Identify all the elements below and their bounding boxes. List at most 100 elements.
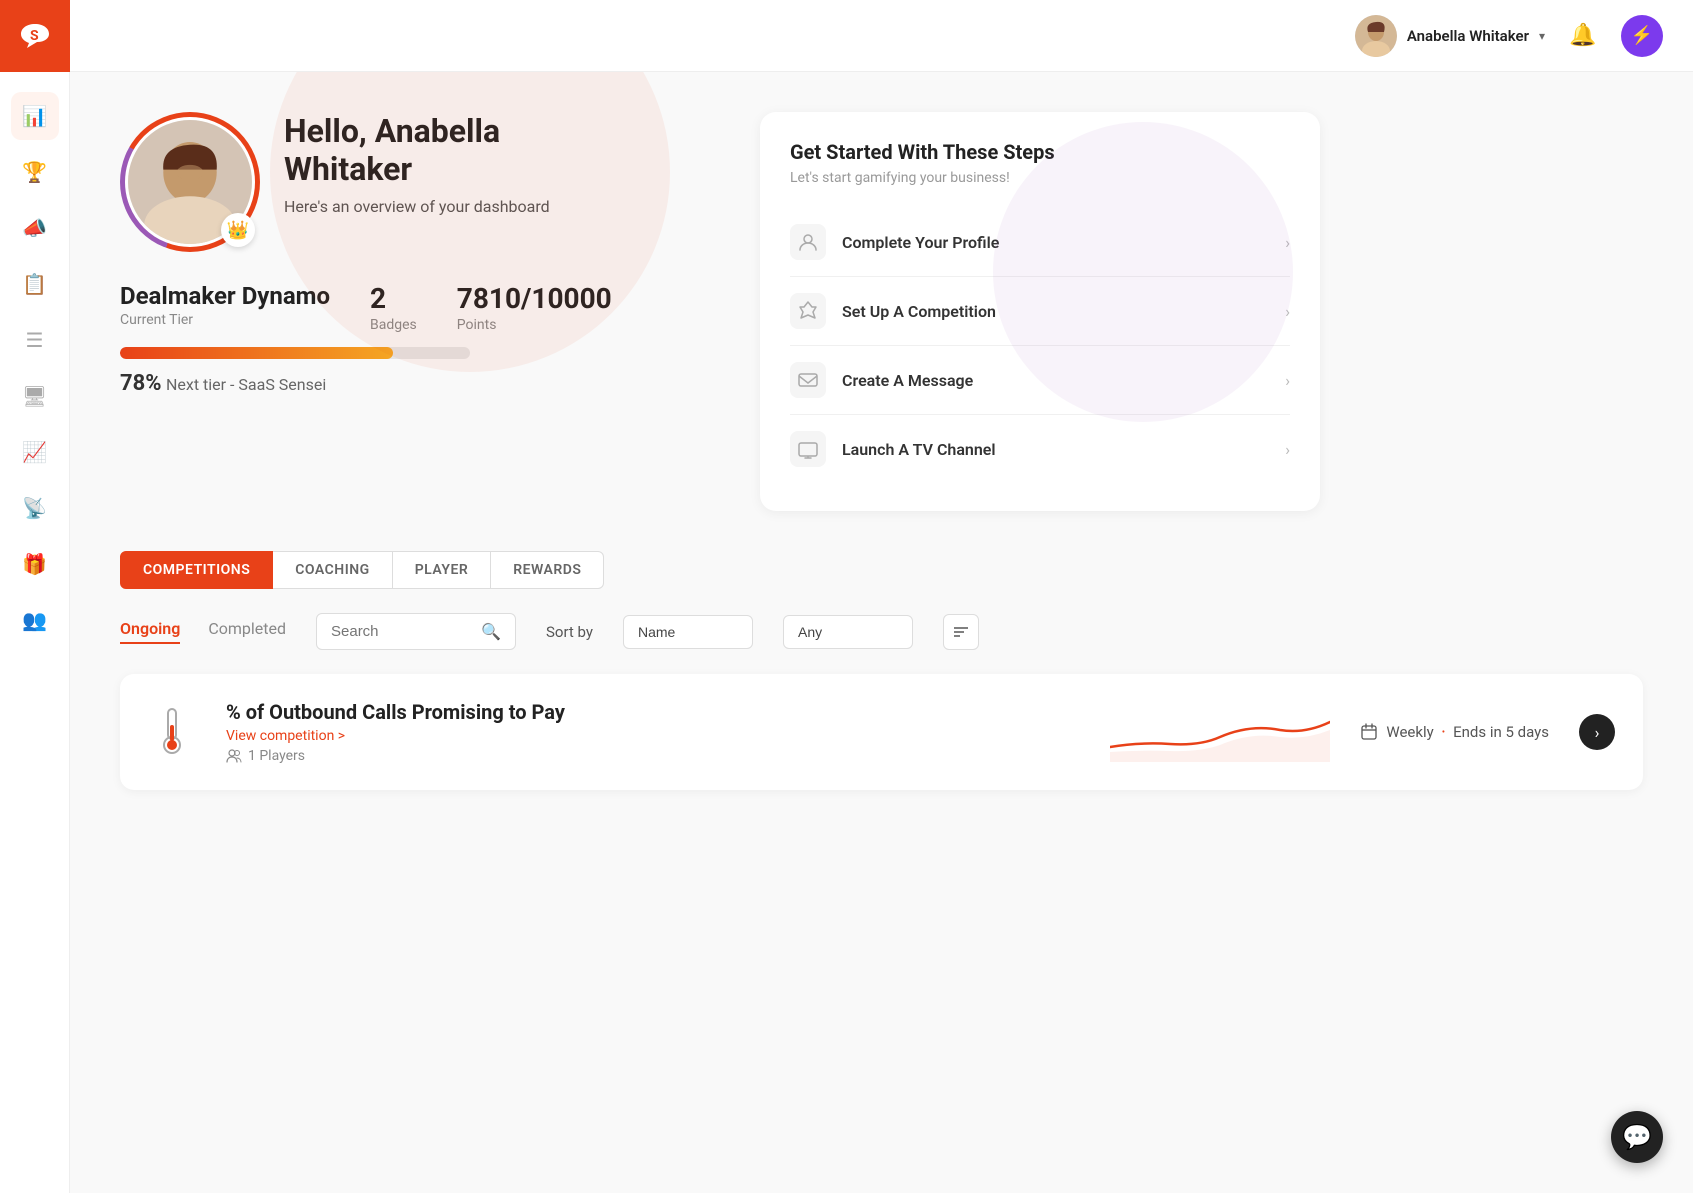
search-box: 🔍 xyxy=(316,613,516,650)
get-started-card: Get Started With These Steps Let's start… xyxy=(760,112,1320,511)
user-avatar xyxy=(1355,15,1397,57)
badges-label: Badges xyxy=(370,317,417,333)
comp-players-count: 1 Players xyxy=(248,748,305,764)
step-label-tv: Launch A TV Channel xyxy=(842,440,996,459)
sub-tabs: Ongoing Completed xyxy=(120,619,286,644)
search-icon: 🔍 xyxy=(481,622,501,641)
profile-text: Hello, Anabella Whitaker Here's an overv… xyxy=(284,112,550,216)
profile-card: 👑 Hello, Anabella Whitaker Here's an ove… xyxy=(120,112,720,396)
sidebar: 📊 🏆 📣 📋 ☰ 🖥 📈 📡 🎁 👥 xyxy=(0,72,70,1193)
step-chevron-competition: › xyxy=(1285,302,1290,321)
sidebar-item-dashboard[interactable]: 📊 xyxy=(11,92,59,140)
logo-area: S xyxy=(0,0,70,72)
sort-label: Sort by xyxy=(546,623,593,641)
broadcast-icon: 📡 xyxy=(22,496,47,520)
progress-bar-container xyxy=(120,347,470,359)
profile-section: 👑 Hello, Anabella Whitaker Here's an ove… xyxy=(120,112,1643,511)
badges-value: 2 xyxy=(370,282,417,315)
header-right: Anabella Whitaker ▾ 🔔 ⚡ xyxy=(1355,15,1663,57)
greeting: Hello, Anabella Whitaker xyxy=(284,112,550,189)
step-left-competition: Set Up A Competition xyxy=(790,293,996,329)
avatar-container: 👑 xyxy=(120,112,260,252)
badges-stat: 2 Badges xyxy=(370,282,417,333)
gift-icon: 🎁 xyxy=(22,552,47,576)
comp-schedule: Weekly xyxy=(1386,723,1433,741)
sidebar-item-monitor[interactable]: 🖥 xyxy=(11,372,59,420)
progress-pct: 78% xyxy=(120,371,162,396)
sidebar-item-megaphone[interactable]: 📣 xyxy=(11,204,59,252)
sort-select[interactable]: Name Date Status xyxy=(623,615,753,649)
step-complete-profile[interactable]: Complete Your Profile › xyxy=(790,208,1290,276)
filter-select[interactable]: Any Active Inactive xyxy=(783,615,913,649)
dot: • xyxy=(1442,727,1445,738)
lightning-badge[interactable]: ⚡ xyxy=(1621,15,1663,57)
sidebar-item-broadcast[interactable]: 📡 xyxy=(11,484,59,532)
crown-badge: 👑 xyxy=(221,213,255,247)
profile-step-icon xyxy=(790,224,826,260)
sidebar-item-trophy[interactable]: 🏆 xyxy=(11,148,59,196)
tier-name: Dealmaker Dynamo xyxy=(120,282,330,310)
sort-order-icon[interactable] xyxy=(943,614,979,650)
subtab-completed[interactable]: Completed xyxy=(208,619,286,644)
main-content: 👑 Hello, Anabella Whitaker Here's an ove… xyxy=(70,72,1693,1193)
comp-view-link[interactable]: View competition > xyxy=(226,728,1080,744)
comp-ends: Ends in 5 days xyxy=(1453,723,1549,741)
step-label-profile: Complete Your Profile xyxy=(842,233,999,252)
message-step-icon xyxy=(790,362,826,398)
points-stat: 7810/10000 Points xyxy=(457,282,612,333)
get-started-subtitle: Let's start gamifying your business! xyxy=(790,170,1290,186)
tab-player[interactable]: PLAYER xyxy=(393,551,492,589)
trophy-icon: 🏆 xyxy=(22,160,47,184)
comp-players: 1 Players xyxy=(226,748,1080,764)
sidebar-item-chart[interactable]: 📈 xyxy=(11,428,59,476)
comp-info: % of Outbound Calls Promising to Pay Vie… xyxy=(226,700,1080,764)
megaphone-icon: 📣 xyxy=(22,216,47,240)
tab-competitions[interactable]: COMPETITIONS xyxy=(120,551,273,589)
chat-icon: 💬 xyxy=(1622,1123,1652,1151)
tab-rewards[interactable]: REWARDS xyxy=(491,551,604,589)
step-chevron-profile: › xyxy=(1285,233,1290,252)
comp-arrow-button[interactable]: › xyxy=(1579,714,1615,750)
chat-button[interactable]: 💬 xyxy=(1611,1111,1663,1163)
stats-row: Dealmaker Dynamo Current Tier 2 Badges 7… xyxy=(120,282,720,333)
sidebar-item-users[interactable]: 👥 xyxy=(11,596,59,644)
tier-stat: Dealmaker Dynamo Current Tier xyxy=(120,282,330,328)
sidebar-item-report[interactable]: 📋 xyxy=(11,260,59,308)
users-icon: 👥 xyxy=(22,608,47,632)
profile-top: 👑 Hello, Anabella Whitaker Here's an ove… xyxy=(120,112,720,252)
competition-chart xyxy=(1110,702,1330,762)
progress-bar-fill xyxy=(120,347,393,359)
points-value: 7810/10000 xyxy=(457,282,612,315)
step-left-tv: Launch A TV Channel xyxy=(790,431,996,467)
lightning-icon: ⚡ xyxy=(1631,25,1653,46)
chevron-down-icon: ▾ xyxy=(1539,29,1545,43)
step-setup-competition[interactable]: Set Up A Competition › xyxy=(790,276,1290,345)
list-icon: ☰ xyxy=(26,328,44,352)
step-chevron-tv: › xyxy=(1285,440,1290,459)
sub-row: Ongoing Completed 🔍 Sort by Name Date St… xyxy=(120,613,1643,650)
step-left-message: Create A Message xyxy=(790,362,973,398)
subtab-ongoing[interactable]: Ongoing xyxy=(120,619,180,644)
tabs-section: COMPETITIONS COACHING PLAYER REWARDS Ong… xyxy=(120,551,1643,650)
search-input[interactable] xyxy=(331,623,473,640)
crown-icon: 👑 xyxy=(227,220,249,241)
user-info[interactable]: Anabella Whitaker ▾ xyxy=(1355,15,1545,57)
competition-step-icon xyxy=(790,293,826,329)
points-label: Points xyxy=(457,317,612,333)
comp-title: % of Outbound Calls Promising to Pay xyxy=(226,700,1080,724)
step-launch-tv[interactable]: Launch A TV Channel › xyxy=(790,414,1290,483)
main-layout: 📊 🏆 📣 📋 ☰ 🖥 📈 📡 🎁 👥 xyxy=(0,72,1693,1193)
bell-icon[interactable]: 🔔 xyxy=(1565,18,1601,54)
competition-card: % of Outbound Calls Promising to Pay Vie… xyxy=(120,674,1643,790)
sidebar-item-list[interactable]: ☰ xyxy=(11,316,59,364)
sidebar-item-gift[interactable]: 🎁 xyxy=(11,540,59,588)
main-tabs: COMPETITIONS COACHING PLAYER REWARDS xyxy=(120,551,1643,589)
step-create-message[interactable]: Create A Message › xyxy=(790,345,1290,414)
step-label-competition: Set Up A Competition xyxy=(842,302,996,321)
app-logo[interactable]: S xyxy=(17,18,53,54)
user-name: Anabella Whitaker xyxy=(1407,27,1529,45)
report-icon: 📋 xyxy=(22,272,47,296)
chart-icon: 📈 xyxy=(22,440,47,464)
thermometer-icon xyxy=(148,708,196,756)
tab-coaching[interactable]: COACHING xyxy=(273,551,392,589)
